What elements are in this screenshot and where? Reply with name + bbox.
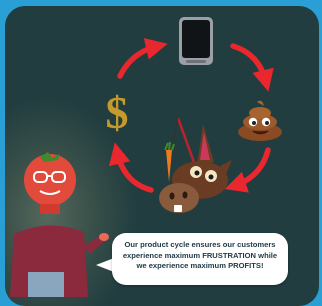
bubble-line-3-pre: we experience maximum [136, 261, 229, 270]
donkey-with-carrot-icon [159, 117, 232, 213]
poop-emoji-icon [238, 100, 282, 141]
tomato-head-presenter-icon [10, 152, 109, 297]
bubble-line-1: Our product cycle ensures our customers [124, 240, 276, 249]
dollar-sign-icon: $ [106, 87, 129, 138]
phone-icon [179, 17, 213, 65]
bubble-profits-word: PROFITS [228, 261, 261, 270]
speech-bubble-text: Our product cycle ensures our customers … [114, 240, 286, 272]
bubble-frustration-word: FRUSTRATION [202, 250, 257, 260]
bubble-line-2: experience maximum FRUSTRATION while [114, 251, 286, 262]
arrow-dollar-to-phone [117, 38, 168, 79]
bubble-line-3-post: ! [260, 261, 264, 270]
arrow-poop-to-donkey [224, 147, 271, 193]
svg-text:$: $ [106, 87, 129, 138]
bubble-line-2-pre: experience maximum [122, 250, 203, 260]
arrow-phone-to-poop [230, 43, 274, 92]
bubble-line-2-post: while [256, 250, 278, 260]
arrow-donkey-to-dollar [108, 142, 154, 193]
bubble-line-3: we experience maximum PROFITS! [114, 261, 286, 272]
